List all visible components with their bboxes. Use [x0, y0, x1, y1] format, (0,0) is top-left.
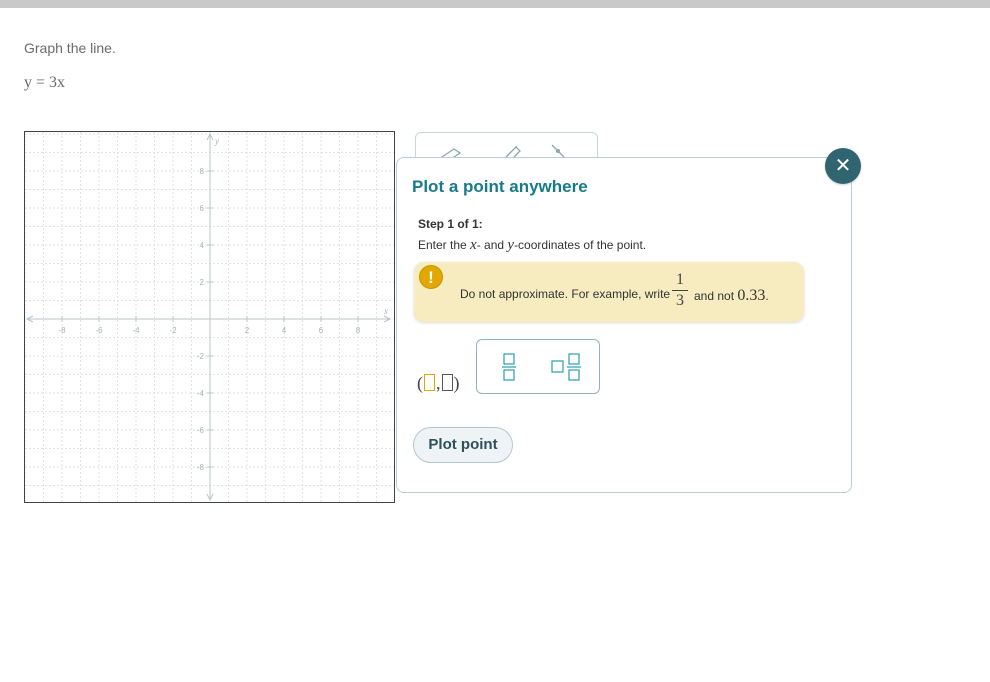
- y-tick-label: 2: [200, 278, 205, 287]
- x-tick-label: -8: [58, 326, 66, 335]
- y-tick-label: -8: [197, 463, 205, 472]
- example-fraction: 1 3: [670, 271, 690, 310]
- warning-box: ! Do not approximate. For example, write…: [414, 262, 804, 322]
- step-instructions: Enter the x- and y-coordinates of the po…: [418, 237, 646, 254]
- step-text-prefix: Enter the: [418, 238, 471, 252]
- close-button[interactable]: ✕: [825, 148, 861, 184]
- x-tick-label: -4: [132, 326, 140, 335]
- warning-period: .: [765, 289, 769, 303]
- coordinate-input[interactable]: (,): [417, 373, 460, 394]
- x-coordinate-slot[interactable]: [424, 374, 435, 391]
- y-tick-label: 4: [200, 241, 205, 250]
- y-tick-label: -4: [197, 389, 205, 398]
- warning-text: Do not approximate. For example, write: [460, 287, 671, 301]
- y-coordinate-slot[interactable]: [441, 374, 453, 391]
- plot-point-button[interactable]: Plot point: [413, 427, 513, 463]
- warning-text-after: and not 0.33.: [694, 287, 769, 305]
- top-bar: [0, 0, 990, 8]
- step-label: Step 1 of 1:: [418, 217, 483, 231]
- step-text-mid: - and: [476, 238, 508, 252]
- step-text-suffix: -coordinates of the point.: [514, 238, 647, 252]
- equation-text: y = 3x: [24, 74, 66, 91]
- fraction-denominator: 3: [676, 292, 684, 309]
- math-keypad: [476, 339, 600, 394]
- y-tick-label: 8: [200, 167, 205, 176]
- question-equation: y = 3x: [24, 74, 65, 92]
- x-variable: x: [470, 237, 477, 253]
- x-tick-label: 2: [245, 326, 250, 335]
- y-tick-label: -6: [197, 426, 205, 435]
- warning-decimal: 0.33: [737, 287, 766, 304]
- fraction-numerator: 1: [676, 271, 684, 288]
- y-axis-label: y: [214, 136, 219, 146]
- graph-canvas[interactable]: -8 -6 -4 -2 2 4 6 8 8 6 4 2 -2 -4 -6 -8 x y: [25, 132, 394, 502]
- warning-and-not: and not: [694, 289, 735, 303]
- fraction-bar: [672, 290, 688, 291]
- x-axis-label: x: [383, 306, 388, 316]
- y-tick-label: -2: [197, 352, 205, 361]
- fraction-key[interactable]: [501, 352, 517, 382]
- x-tick-label: 4: [282, 326, 287, 335]
- x-tick-label: -6: [95, 326, 103, 335]
- popup-title: Plot a point anywhere: [412, 177, 588, 196]
- y-tick-label: 6: [200, 204, 205, 213]
- mixed-number-key[interactable]: [551, 352, 583, 382]
- warning-icon: !: [419, 265, 443, 289]
- x-tick-label: 6: [319, 326, 324, 335]
- question-instruction: Graph the line.: [24, 40, 116, 56]
- plot-point-popup: Plot a point anywhere Step 1 of 1: Enter…: [396, 157, 852, 493]
- coordinate-graph[interactable]: -8 -6 -4 -2 2 4 6 8 8 6 4 2 -2 -4 -6 -8 x y: [24, 131, 395, 503]
- x-tick-label: 8: [356, 326, 361, 335]
- x-tick-label: -2: [169, 326, 177, 335]
